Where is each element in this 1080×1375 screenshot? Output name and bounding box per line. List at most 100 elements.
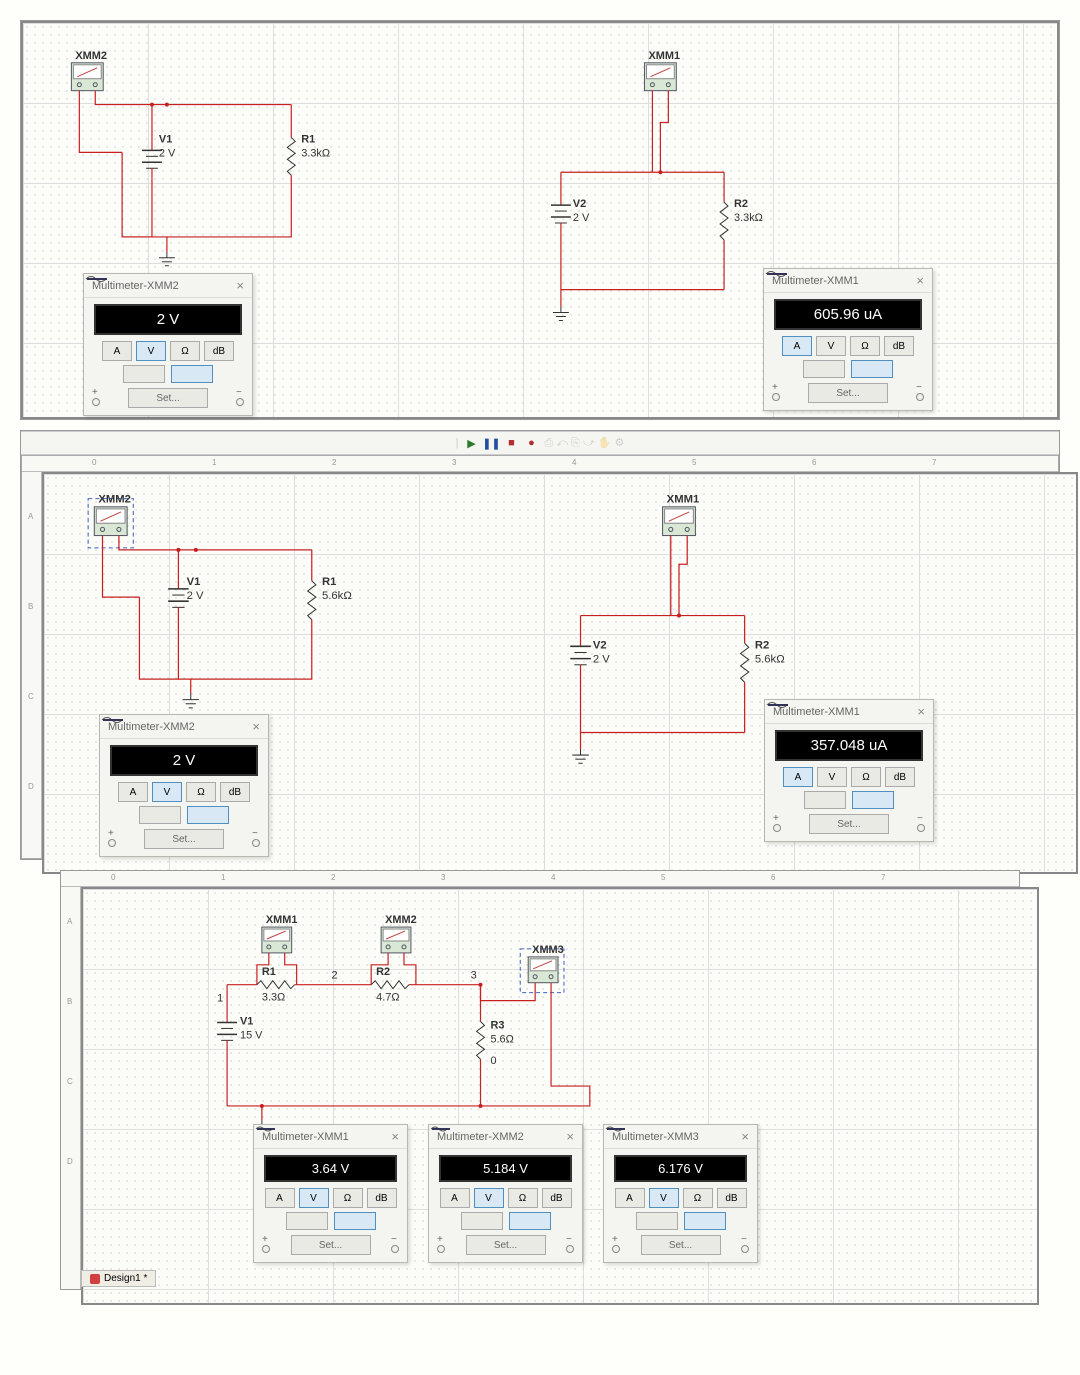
r2-name: R2 — [734, 198, 748, 210]
mode-db-button[interactable]: dB — [884, 336, 914, 356]
r1-name: R1 — [262, 966, 276, 978]
mode-ohm-button[interactable]: Ω — [851, 767, 881, 787]
tab-icon — [90, 1274, 100, 1284]
pause-icon[interactable]: ❚❚ — [484, 436, 498, 450]
multimeter-window-xmm3-p3[interactable]: Multimeter-XMM3× 6.176 V AVΩdB +Set...− — [603, 1124, 758, 1263]
multimeter-symbol-xmm2[interactable] — [94, 507, 127, 536]
ac-button[interactable] — [804, 791, 846, 809]
set-button[interactable]: Set... — [641, 1235, 721, 1255]
mode-db-button[interactable]: dB — [204, 341, 234, 361]
close-icon[interactable]: × — [566, 1129, 574, 1144]
multimeter-window-xmm2-p1[interactable]: Multimeter-XMM2 × 2 V A V Ω dB + Set... … — [83, 273, 253, 416]
multimeter-window-xmm1-p3[interactable]: Multimeter-XMM1× 3.64 V AVΩdB +Set...− — [253, 1124, 408, 1263]
v1-source-p3[interactable] — [217, 1015, 237, 1041]
mode-a-button[interactable]: A — [783, 767, 813, 787]
set-button[interactable]: Set... — [466, 1235, 546, 1255]
xmm1-label: XMM1 — [266, 914, 298, 926]
ac-button[interactable] — [636, 1212, 678, 1230]
mode-v-button[interactable]: V — [474, 1188, 504, 1208]
multimeter-window-xmm1-p1[interactable]: Multimeter-XMM1 × 605.96 uA A V Ω dB + S… — [763, 268, 933, 411]
set-button[interactable]: Set... — [291, 1235, 371, 1255]
ac-button[interactable] — [139, 806, 181, 824]
dc-button[interactable] — [334, 1212, 376, 1230]
mode-db-button[interactable]: dB — [885, 767, 915, 787]
close-icon[interactable]: × — [236, 278, 244, 293]
mode-ohm-button[interactable]: Ω — [508, 1188, 538, 1208]
meter-reading: 5.184 V — [439, 1155, 572, 1182]
mode-a-button[interactable]: A — [265, 1188, 295, 1208]
meter-reading: 6.176 V — [614, 1155, 747, 1182]
v1-name-p3: V1 — [240, 1015, 253, 1027]
meter-reading: 2 V — [110, 745, 258, 776]
mode-a-button[interactable]: A — [615, 1188, 645, 1208]
multimeter-symbol-xmm2[interactable] — [71, 63, 103, 91]
v1-name: V1 — [159, 133, 172, 145]
dc-button[interactable] — [509, 1212, 551, 1230]
dc-button[interactable] — [852, 791, 894, 809]
stop-icon[interactable]: ■ — [504, 436, 518, 450]
v1-source[interactable] — [168, 581, 189, 608]
multimeter-symbol-xmm3[interactable] — [528, 957, 558, 983]
ac-button[interactable] — [803, 360, 845, 378]
record-icon[interactable]: ● — [524, 436, 538, 450]
mode-a-button[interactable]: A — [102, 341, 132, 361]
dc-button[interactable] — [171, 365, 213, 383]
mode-db-button[interactable]: dB — [367, 1188, 397, 1208]
net-2: 2 — [331, 970, 337, 982]
close-icon[interactable]: × — [917, 704, 925, 719]
panel-2: | ▶ ❚❚ ■ ● ⎙ ⤺ ⎘ ⤻ ✋ ⚙ 0 1 2 3 4 5 6 7 A… — [20, 430, 1060, 860]
net-1: 1 — [217, 993, 223, 1005]
ruler-top: 0 1 2 3 4 5 6 7 — [22, 456, 1058, 472]
set-button[interactable]: Set... — [809, 814, 889, 834]
mode-v-button[interactable]: V — [152, 782, 182, 802]
set-button[interactable]: Set... — [144, 829, 224, 849]
multimeter-window-xmm2-p2[interactable]: Multimeter-XMM2× 2 V A V Ω dB +Set...− — [99, 714, 269, 857]
minus-terminal: − — [741, 1234, 749, 1256]
mode-ohm-button[interactable]: Ω — [186, 782, 216, 802]
ac-button[interactable] — [123, 365, 165, 383]
mode-a-button[interactable]: A — [782, 336, 812, 356]
meter-reading: 2 V — [94, 304, 242, 335]
set-button[interactable]: Set... — [128, 388, 208, 408]
close-icon[interactable]: × — [252, 719, 260, 734]
mode-ohm-button[interactable]: Ω — [170, 341, 200, 361]
multimeter-symbol-xmm2[interactable] — [381, 927, 411, 953]
multimeter-window-xmm1-p2[interactable]: Multimeter-XMM1× 357.048 uA A V Ω dB +Se… — [764, 699, 934, 842]
dc-button[interactable] — [851, 360, 893, 378]
mode-v-button[interactable]: V — [817, 767, 847, 787]
ac-button[interactable] — [286, 1212, 328, 1230]
ruler-left: A B C D — [22, 472, 42, 858]
design-tab[interactable]: Design1 * — [81, 1270, 156, 1287]
ac-button[interactable] — [461, 1212, 503, 1230]
multimeter-symbol-xmm1[interactable] — [644, 63, 676, 91]
close-icon[interactable]: × — [741, 1129, 749, 1144]
panel-1: XMM2 V1 2 V — [20, 20, 1060, 420]
close-icon[interactable]: × — [391, 1129, 399, 1144]
mode-v-button[interactable]: V — [299, 1188, 329, 1208]
mode-a-button[interactable]: A — [440, 1188, 470, 1208]
mode-v-button[interactable]: V — [816, 336, 846, 356]
plus-terminal: + — [772, 382, 780, 404]
close-icon[interactable]: × — [916, 273, 924, 288]
dc-button[interactable] — [187, 806, 229, 824]
mode-db-button[interactable]: dB — [717, 1188, 747, 1208]
mode-ohm-button[interactable]: Ω — [850, 336, 880, 356]
mode-a-button[interactable]: A — [118, 782, 148, 802]
set-button[interactable]: Set... — [808, 383, 888, 403]
multimeter-window-xmm2-p3[interactable]: Multimeter-XMM2× 5.184 V AVΩdB +Set...− — [428, 1124, 583, 1263]
multimeter-symbol-xmm1[interactable] — [262, 927, 292, 953]
net-3: 3 — [471, 970, 477, 982]
play-icon[interactable]: ▶ — [464, 436, 478, 450]
mode-ohm-button[interactable]: Ω — [683, 1188, 713, 1208]
r1-value: 3.3Ω — [262, 992, 285, 1004]
mode-ohm-button[interactable]: Ω — [333, 1188, 363, 1208]
r2-value: 3.3kΩ — [734, 212, 763, 224]
mode-v-button[interactable]: V — [649, 1188, 679, 1208]
mode-db-button[interactable]: dB — [220, 782, 250, 802]
mode-v-button[interactable]: V — [136, 341, 166, 361]
v2-source[interactable] — [551, 197, 571, 233]
multimeter-symbol-xmm1[interactable] — [663, 507, 696, 536]
mode-db-button[interactable]: dB — [542, 1188, 572, 1208]
v2-source[interactable] — [570, 638, 591, 665]
dc-button[interactable] — [684, 1212, 726, 1230]
